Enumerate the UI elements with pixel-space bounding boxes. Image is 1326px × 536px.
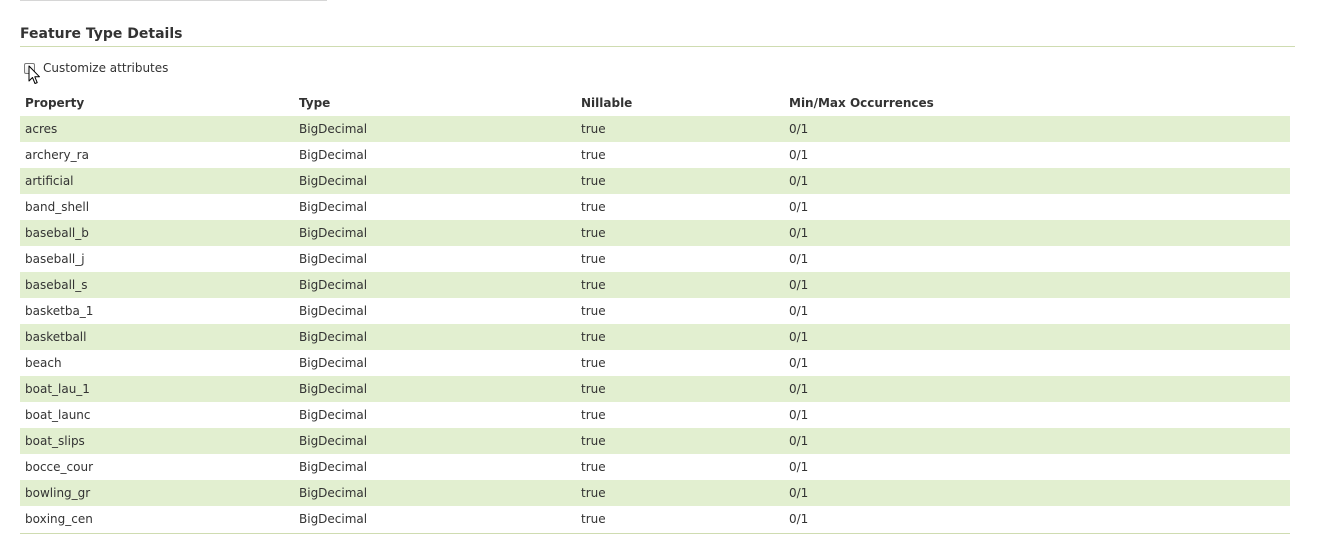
- cell-property: baseball_b: [20, 220, 294, 246]
- cell-type: BigDecimal: [299, 304, 368, 318]
- cell-occurrences: 0/1: [784, 480, 1290, 506]
- cell-type: BigDecimal: [294, 324, 576, 350]
- cell-nillable: true: [581, 252, 606, 266]
- cell-nillable: true: [576, 272, 784, 298]
- cell-nillable: true: [576, 480, 784, 506]
- cell-occurrences: 0/1: [784, 428, 1290, 454]
- table-row: band_shell BigDecimal true 0/1: [20, 194, 1290, 220]
- table-row: acres BigDecimal true 0/1: [20, 116, 1290, 142]
- section-divider: [20, 46, 1295, 47]
- table-row: baseball_b BigDecimal true 0/1: [20, 220, 1290, 246]
- table-row: beach BigDecimal true 0/1: [20, 350, 1290, 376]
- cell-nillable: true: [581, 512, 606, 526]
- cell-occurrences: 0/1: [784, 220, 1290, 246]
- cell-nillable: true: [581, 356, 606, 370]
- table-row: bocce_cour BigDecimal true 0/1: [20, 454, 1290, 480]
- cell-type: BigDecimal: [299, 408, 368, 422]
- cell-occurrences: 0/1: [784, 116, 1290, 142]
- cell-occurrences: 0/1: [789, 408, 809, 422]
- cell-property: baseball_s: [20, 272, 294, 298]
- cell-nillable: true: [576, 428, 784, 454]
- table-row: baseball_j BigDecimal true 0/1: [20, 246, 1290, 272]
- cell-nillable: true: [581, 200, 606, 214]
- cell-type: BigDecimal: [294, 116, 576, 142]
- cell-nillable: true: [581, 304, 606, 318]
- table-row: boat_launc BigDecimal true 0/1: [20, 402, 1290, 428]
- cell-type: BigDecimal: [299, 148, 368, 162]
- cell-nillable: true: [581, 460, 606, 474]
- top-divider: [20, 0, 327, 1]
- cell-type: BigDecimal: [299, 252, 368, 266]
- table-row: archery_ra BigDecimal true 0/1: [20, 142, 1290, 168]
- cell-nillable: true: [576, 220, 784, 246]
- column-header-occurrences: Min/Max Occurrences: [789, 96, 934, 110]
- table-header-row: Property Type Nillable Min/Max Occurrenc…: [20, 90, 1290, 116]
- cell-occurrences: 0/1: [784, 376, 1290, 402]
- customize-attributes-checkbox[interactable]: [24, 62, 35, 74]
- cell-type: BigDecimal: [294, 480, 576, 506]
- section-title: Feature Type Details: [20, 26, 183, 42]
- cell-type: BigDecimal: [294, 428, 576, 454]
- column-header-property: Property: [25, 96, 85, 110]
- cell-occurrences: 0/1: [789, 252, 809, 266]
- cell-property: boat_slips: [20, 428, 294, 454]
- cell-occurrences: 0/1: [789, 200, 809, 214]
- cell-type: BigDecimal: [294, 376, 576, 402]
- cell-occurrences: 0/1: [789, 356, 809, 370]
- table-bottom-divider: [20, 533, 1290, 534]
- customize-attributes-label[interactable]: Customize attributes: [43, 61, 168, 75]
- cell-property: boxing_cen: [25, 512, 93, 526]
- cell-nillable: true: [576, 116, 784, 142]
- cell-type: BigDecimal: [294, 168, 576, 194]
- table-row: bowling_gr BigDecimal true 0/1: [20, 480, 1290, 506]
- customize-attributes-toggle[interactable]: Customize attributes: [24, 60, 168, 84]
- cell-property: baseball_j: [25, 252, 85, 266]
- table-body: acres BigDecimal true 0/1 archery_ra Big…: [20, 116, 1290, 532]
- cell-occurrences: 0/1: [784, 168, 1290, 194]
- cell-type: BigDecimal: [299, 460, 368, 474]
- cell-property: basketball: [20, 324, 294, 350]
- table-row: boat_slips BigDecimal true 0/1: [20, 428, 1290, 454]
- cell-property: boat_lau_1: [20, 376, 294, 402]
- cell-nillable: true: [581, 148, 606, 162]
- cell-property: beach: [25, 356, 62, 370]
- cell-occurrences: 0/1: [789, 304, 809, 318]
- cell-nillable: true: [576, 168, 784, 194]
- feature-attributes-table: Property Type Nillable Min/Max Occurrenc…: [20, 90, 1290, 532]
- cell-type: BigDecimal: [299, 356, 368, 370]
- cell-property: basketba_1: [25, 304, 94, 318]
- cell-type: BigDecimal: [299, 512, 368, 526]
- table-row: artificial BigDecimal true 0/1: [20, 168, 1290, 194]
- cell-occurrences: 0/1: [784, 324, 1290, 350]
- table-row: baseball_s BigDecimal true 0/1: [20, 272, 1290, 298]
- cell-nillable: true: [576, 324, 784, 350]
- table-row: boat_lau_1 BigDecimal true 0/1: [20, 376, 1290, 402]
- cell-property: archery_ra: [25, 148, 89, 162]
- cell-occurrences: 0/1: [789, 460, 809, 474]
- cell-occurrences: 0/1: [789, 512, 809, 526]
- column-header-nillable: Nillable: [581, 96, 633, 110]
- cell-occurrences: 0/1: [784, 272, 1290, 298]
- table-row: basketba_1 BigDecimal true 0/1: [20, 298, 1290, 324]
- cell-property: acres: [20, 116, 294, 142]
- cell-nillable: true: [581, 408, 606, 422]
- cell-type: BigDecimal: [299, 200, 368, 214]
- table-row: basketball BigDecimal true 0/1: [20, 324, 1290, 350]
- cell-property: band_shell: [25, 200, 90, 214]
- table-row: boxing_cen BigDecimal true 0/1: [20, 506, 1290, 532]
- cell-type: BigDecimal: [294, 272, 576, 298]
- cell-property: bowling_gr: [20, 480, 294, 506]
- cell-property: artificial: [20, 168, 294, 194]
- cell-nillable: true: [576, 376, 784, 402]
- cell-occurrences: 0/1: [789, 148, 809, 162]
- column-header-type: Type: [299, 96, 331, 110]
- cell-property: bocce_cour: [25, 460, 94, 474]
- cell-type: BigDecimal: [294, 220, 576, 246]
- cell-property: boat_launc: [25, 408, 91, 422]
